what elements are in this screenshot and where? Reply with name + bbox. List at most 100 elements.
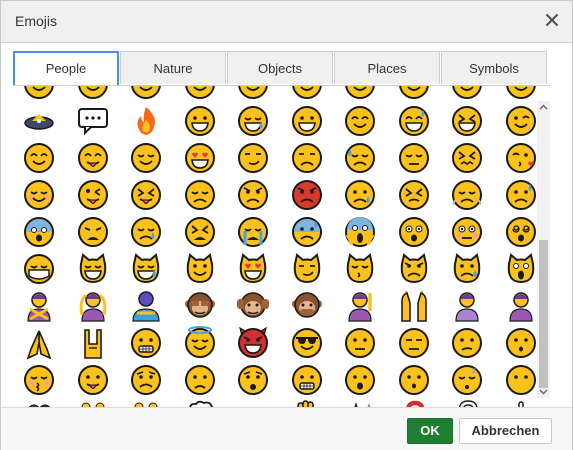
- folded-hands-icon[interactable]: [22, 326, 56, 360]
- smirking-face-icon[interactable]: [236, 141, 270, 175]
- tongue-wink-face-icon[interactable]: [76, 178, 110, 212]
- partial-emoji-icon[interactable]: [183, 86, 217, 101]
- anguished-face-icon[interactable]: [236, 363, 270, 397]
- astonished-face-icon[interactable]: [397, 215, 431, 249]
- smiling-face-icon[interactable]: [343, 104, 377, 138]
- grinning-face-icon[interactable]: [290, 104, 324, 138]
- tab-places[interactable]: Places: [334, 51, 440, 84]
- weary-face-icon[interactable]: [76, 215, 110, 249]
- speech-bubble-icon[interactable]: [76, 104, 110, 138]
- heart-eyes-cat-icon[interactable]: [236, 252, 270, 286]
- loudly-crying-face-icon[interactable]: [236, 215, 270, 249]
- fearful-face-icon[interactable]: [22, 215, 56, 249]
- triumph-face-icon[interactable]: [450, 178, 484, 212]
- smiling-devil-icon[interactable]: [236, 326, 270, 360]
- grinning-cat-icon[interactable]: [76, 252, 110, 286]
- scroll-down-icon[interactable]: [539, 387, 548, 396]
- confounded-face-icon[interactable]: [450, 141, 484, 175]
- scrollbar-thumb[interactable]: [539, 240, 548, 388]
- grimace-teeth-face-icon[interactable]: [290, 363, 324, 397]
- cancel-button[interactable]: Abbrechen: [459, 418, 552, 444]
- partial-emoji-icon[interactable]: [76, 86, 110, 101]
- scroll-up-icon[interactable]: [539, 103, 548, 112]
- halo-face-icon[interactable]: [183, 326, 217, 360]
- hushed-face-icon[interactable]: [504, 326, 538, 360]
- angry-face-icon[interactable]: [236, 178, 270, 212]
- bowing-person-icon[interactable]: [129, 289, 163, 323]
- scrollbar[interactable]: [537, 101, 550, 398]
- laughing-face-icon[interactable]: [236, 104, 270, 138]
- expressionless-face-icon[interactable]: [397, 326, 431, 360]
- raising-hand-person-icon[interactable]: [343, 289, 377, 323]
- close-icon[interactable]: [543, 11, 561, 29]
- sleepy-face-icon[interactable]: [129, 215, 163, 249]
- mask-face-icon[interactable]: [22, 252, 56, 286]
- hear-no-evil-monkey-icon[interactable]: [236, 289, 270, 323]
- partial-emoji-icon[interactable]: [397, 86, 431, 101]
- crying-face-icon[interactable]: [343, 178, 377, 212]
- hushed-face-icon[interactable]: [397, 363, 431, 397]
- grimacing-face-icon[interactable]: [129, 326, 163, 360]
- kissing-face-icon[interactable]: [22, 363, 56, 397]
- persevering-face-icon[interactable]: [397, 178, 431, 212]
- open-mouth-face-icon[interactable]: [343, 363, 377, 397]
- no-mouth-face-icon[interactable]: [504, 363, 538, 397]
- partial-emoji-icon[interactable]: [290, 86, 324, 101]
- smiling-face-icon[interactable]: [22, 141, 56, 175]
- partial-emoji-icon[interactable]: [129, 86, 163, 101]
- tongue-out-face-icon[interactable]: [76, 363, 110, 397]
- partial-emoji-icon[interactable]: [22, 86, 56, 101]
- tab-objects[interactable]: Objects: [227, 51, 333, 84]
- raised-hands-icon[interactable]: [397, 289, 431, 323]
- ufo-icon[interactable]: [22, 104, 56, 138]
- disappointed-face-icon[interactable]: [183, 178, 217, 212]
- pouting-person-icon[interactable]: [504, 289, 538, 323]
- joy-cat-icon[interactable]: [129, 252, 163, 286]
- see-no-evil-monkey-icon[interactable]: [183, 289, 217, 323]
- flushed-face-icon[interactable]: [450, 215, 484, 249]
- tab-nature[interactable]: Nature: [120, 51, 226, 84]
- partial-emoji-icon[interactable]: [343, 86, 377, 101]
- pouting-cat-icon[interactable]: [397, 252, 431, 286]
- unamused-face-icon[interactable]: [290, 141, 324, 175]
- crying-cat-icon[interactable]: [450, 252, 484, 286]
- pouting-red-face-icon[interactable]: [290, 178, 324, 212]
- yum-face-icon[interactable]: [76, 141, 110, 175]
- smiley-cat-icon[interactable]: [183, 252, 217, 286]
- kissing-cat-icon[interactable]: [343, 252, 377, 286]
- relieved-face-icon[interactable]: [129, 141, 163, 175]
- smirk-cat-icon[interactable]: [290, 252, 324, 286]
- confused-face-icon[interactable]: [450, 326, 484, 360]
- tab-symbols[interactable]: Symbols: [441, 51, 547, 84]
- screaming-face-icon[interactable]: [343, 215, 377, 249]
- ok-gesture-person-icon[interactable]: [76, 289, 110, 323]
- tab-people[interactable]: People: [13, 51, 119, 86]
- partial-emoji-icon[interactable]: [504, 86, 538, 101]
- squinting-face-icon[interactable]: [450, 104, 484, 138]
- dizzy-face-icon[interactable]: [504, 215, 538, 249]
- fire-icon[interactable]: [129, 104, 163, 138]
- sunglasses-face-icon[interactable]: [290, 326, 324, 360]
- ok-button[interactable]: OK: [407, 418, 453, 444]
- grinning-face-icon[interactable]: [183, 104, 217, 138]
- frowning-face-icon[interactable]: [183, 363, 217, 397]
- sleeping-face-icon[interactable]: z: [450, 363, 484, 397]
- speak-no-evil-monkey-icon[interactable]: [290, 289, 324, 323]
- pensive-face-icon[interactable]: [397, 141, 431, 175]
- blushing-face-icon[interactable]: [22, 178, 56, 212]
- tired-face-icon[interactable]: [183, 215, 217, 249]
- sad-sweat-face-icon[interactable]: [504, 178, 538, 212]
- frowning-person-icon[interactable]: [450, 289, 484, 323]
- heart-eyes-face-icon[interactable]: [183, 141, 217, 175]
- sign-of-horns-icon[interactable]: [76, 326, 110, 360]
- tongue-squint-face-icon[interactable]: [129, 178, 163, 212]
- partial-emoji-icon[interactable]: [450, 86, 484, 101]
- downcast-sweat-face-icon[interactable]: [343, 141, 377, 175]
- neutral-face-icon[interactable]: [343, 326, 377, 360]
- kissing-heart-face-icon[interactable]: [504, 141, 538, 175]
- scream-cat-icon[interactable]: [504, 252, 538, 286]
- partial-emoji-icon[interactable]: [236, 86, 270, 101]
- winking-face-icon[interactable]: [504, 104, 538, 138]
- sweat-smile-icon[interactable]: [397, 104, 431, 138]
- no-gesture-person-icon[interactable]: [22, 289, 56, 323]
